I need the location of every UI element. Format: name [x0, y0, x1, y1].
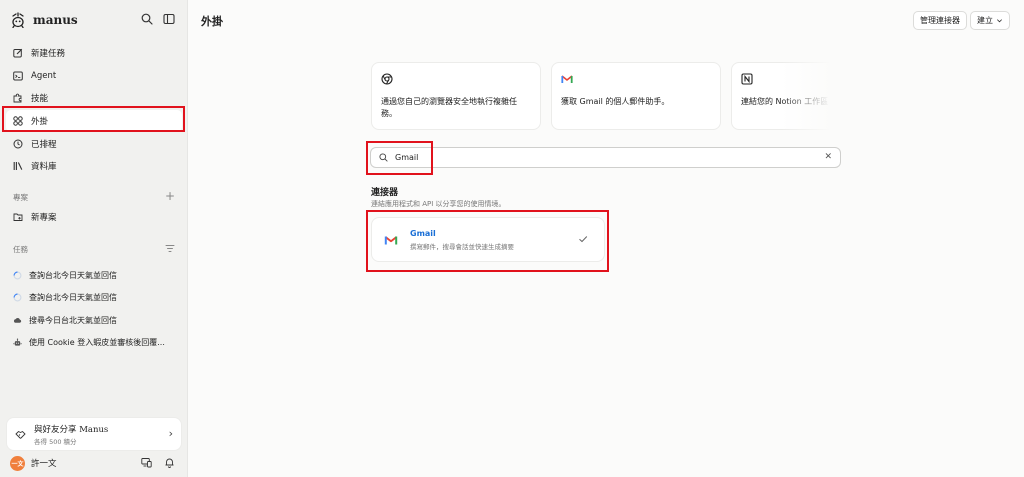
projects-label: 專案 [13, 193, 28, 202]
suggestion-card-browser[interactable]: 通過您自己的瀏覽器安全地執行複雜任務。 [371, 62, 541, 130]
highlight-box-connector [366, 210, 609, 272]
clock-icon [13, 139, 23, 149]
new-project-button[interactable]: 新專案 [13, 211, 57, 223]
robot-icon [13, 338, 22, 346]
nav-item-label: 技能 [31, 94, 49, 105]
task-item[interactable]: 查詢台北今日天氣並回信 [13, 264, 181, 287]
terminal-icon [13, 71, 23, 81]
manage-connectors-button[interactable]: 管理連接器 [913, 11, 967, 30]
nav-item-label: 新建任務 [31, 49, 66, 60]
brand[interactable]: manus [10, 12, 78, 28]
suggestion-card-text: 通過您自己的瀏覽器安全地執行複雜任務。 [381, 97, 517, 118]
sidebar: manus 新建任務 Agent 技能 外掛 已排程 資料庫 專案 + 新專案 … [0, 0, 188, 477]
task-label: 查詢台北今日天氣並回信 [29, 293, 117, 303]
puzzle-icon [13, 94, 22, 103]
task-label: 使用 Cookie 登入蝦皮並審核後回覆... [29, 338, 165, 348]
cloud-icon [13, 317, 22, 323]
clear-search-button[interactable]: ✕ [824, 152, 832, 162]
highlight-box-plugins [2, 106, 185, 132]
chevron-right-icon: › [168, 427, 173, 440]
notion-icon [741, 73, 753, 85]
nav-item-scheduled[interactable]: 已排程 [6, 132, 182, 155]
suggestion-card-gmail[interactable]: 獲取 Gmail 的個人郵件助手。 [551, 62, 721, 130]
nav-item-new-task[interactable]: 新建任務 [6, 42, 182, 65]
nav-item-label: Agent [31, 70, 57, 81]
sidebar-toggle-icon[interactable] [163, 13, 175, 25]
page-title: 外掛 [201, 15, 223, 28]
avatar[interactable]: 一文 [10, 455, 25, 471]
search-input[interactable] [395, 153, 795, 162]
share-title: 與好友分享 Manus [34, 424, 109, 435]
folder-plus-icon [13, 213, 23, 221]
user-row: 一文 許一文 [10, 455, 178, 471]
tasks-label: 任務 [13, 245, 28, 254]
new-project-label: 新專案 [31, 213, 57, 223]
share-card[interactable]: 與好友分享 Manus 各得 500 積分 › [7, 418, 181, 450]
manus-logo-icon [12, 12, 24, 28]
handshake-icon [15, 430, 26, 439]
highlight-box-search [366, 141, 433, 175]
search-bar: ✕ [370, 147, 841, 168]
filter-icon[interactable] [165, 244, 175, 253]
task-item[interactable]: 查詢台北今日天氣並回信 [13, 287, 181, 310]
library-icon [13, 162, 23, 171]
devices-icon[interactable] [141, 457, 152, 468]
chevron-down-icon [997, 19, 1002, 23]
search-icon[interactable] [141, 13, 153, 25]
nav-item-label: 已排程 [31, 139, 57, 150]
task-label: 搜尋今日台北天氣並回信 [29, 315, 117, 325]
nav-item-agent[interactable]: Agent [6, 65, 182, 88]
task-label: 查詢台北今日天氣並回信 [29, 270, 117, 280]
add-project-button[interactable]: + [165, 190, 175, 202]
task-item[interactable]: 搜尋今日台北天氣並回信 [13, 309, 181, 332]
create-button[interactable]: 建立 [970, 11, 1010, 30]
nav-item-library[interactable]: 資料庫 [6, 155, 182, 178]
create-label: 建立 [977, 16, 993, 25]
spinner-icon [13, 271, 22, 280]
user-name[interactable]: 許一文 [31, 457, 57, 469]
task-item[interactable]: 使用 Cookie 登入蝦皮並審核後回覆... [13, 332, 181, 355]
connectors-section-title: 連接器 [371, 188, 399, 198]
chrome-icon [381, 73, 393, 85]
suggestion-card-text: 獲取 Gmail 的個人郵件助手。 [561, 97, 670, 106]
nav-item-label: 資料庫 [31, 162, 57, 173]
gmail-icon [561, 75, 573, 83]
suggestion-cards: 通過您自己的瀏覽器安全地執行複雜任務。 獲取 Gmail 的個人郵件助手。 連結… [371, 62, 831, 130]
bell-icon[interactable] [164, 457, 175, 468]
connectors-section-subtitle: 連結應用程式和 API 以分享您的使用情境。 [371, 200, 506, 208]
edit-icon [13, 49, 23, 58]
spinner-icon [13, 293, 22, 302]
task-list: 查詢台北今日天氣並回信 查詢台北今日天氣並回信 搜尋今日台北天氣並回信 使用 C… [13, 264, 181, 354]
share-subtitle: 各得 500 積分 [34, 437, 77, 446]
brand-name: manus [33, 13, 78, 27]
